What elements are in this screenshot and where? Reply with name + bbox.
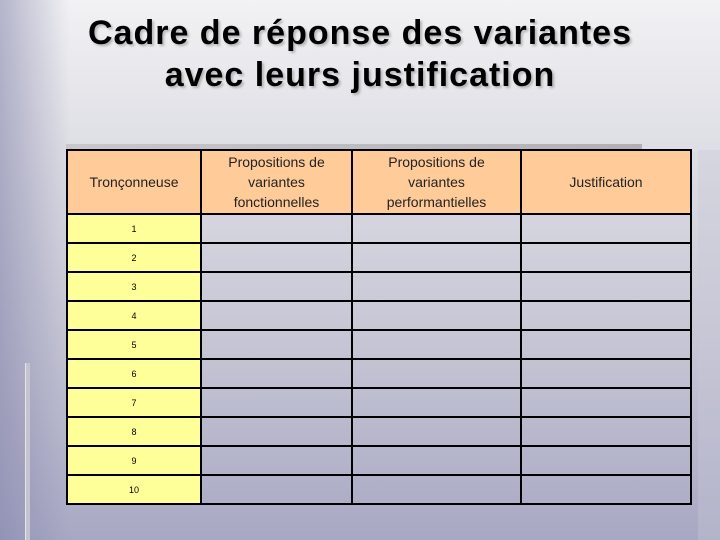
fonctionnelle-cell[interactable] — [200, 445, 353, 476]
fonctionnelle-cell[interactable] — [200, 474, 353, 505]
justification-cell[interactable] — [520, 416, 692, 447]
fonctionnelle-cell[interactable] — [200, 358, 353, 389]
row-number-cell: 4 — [66, 300, 202, 331]
fonctionnelle-cell[interactable] — [200, 387, 353, 418]
title-line-1: Cadre de réponse des variantes — [87, 14, 632, 52]
performantielle-cell[interactable] — [351, 242, 522, 273]
row-number-cell: 10 — [66, 474, 202, 505]
header-label: Propositions de — [388, 154, 485, 170]
header-label: Tronçonneuse — [89, 174, 179, 190]
header-label: Justification — [569, 174, 643, 190]
fonctionnelle-cell[interactable] — [200, 213, 353, 244]
justification-cell[interactable] — [520, 300, 692, 331]
header-variantes-fonctionnelles: Propositions de variantes fonctionnelles — [200, 149, 353, 215]
row-number-cell: 8 — [66, 416, 202, 447]
justification-cell[interactable] — [520, 358, 692, 389]
fonctionnelle-cell[interactable] — [200, 300, 353, 331]
performantielle-cell[interactable] — [351, 300, 522, 331]
row-number-cell: 9 — [66, 445, 202, 476]
performantielle-cell[interactable] — [351, 445, 522, 476]
header-label: variantes — [248, 174, 305, 190]
table-header-row: Tronçonneuse Propositions de variantes f… — [66, 149, 692, 215]
performantielle-cell[interactable] — [351, 329, 522, 360]
title-line-2: avec leurs justification — [164, 56, 556, 94]
header-label: Propositions de — [228, 154, 325, 170]
table-row: 2 — [66, 242, 692, 273]
row-number-cell: 2 — [66, 242, 202, 273]
justification-cell[interactable] — [520, 387, 692, 418]
header-label: fonctionnelles — [233, 194, 320, 210]
justification-cell[interactable] — [520, 213, 692, 244]
table-row: 7 — [66, 387, 692, 418]
decorative-right-band — [698, 150, 720, 540]
table-row: 6 — [66, 358, 692, 389]
fonctionnelle-cell[interactable] — [200, 242, 353, 273]
row-number-cell: 3 — [66, 271, 202, 302]
header-label: performantielles — [386, 194, 487, 210]
table-row: 3 — [66, 271, 692, 302]
slide-title: Cadre de réponse des variantes avec leur… — [0, 12, 720, 96]
header-justification: Justification — [520, 149, 692, 215]
row-number-cell: 6 — [66, 358, 202, 389]
performantielle-cell[interactable] — [351, 358, 522, 389]
justification-cell[interactable] — [520, 271, 692, 302]
table-row: 5 — [66, 329, 692, 360]
header-label: variantes — [408, 174, 465, 190]
header-tronconneuse: Tronçonneuse — [66, 149, 202, 215]
decorative-left-rule — [25, 363, 30, 540]
table-row: 8 — [66, 416, 692, 447]
performantielle-cell[interactable] — [351, 271, 522, 302]
performantielle-cell[interactable] — [351, 416, 522, 447]
table-row: 1 — [66, 213, 692, 244]
table-row: 4 — [66, 300, 692, 331]
fonctionnelle-cell[interactable] — [200, 416, 353, 447]
performantielle-cell[interactable] — [351, 213, 522, 244]
justification-cell[interactable] — [520, 329, 692, 360]
table-row: 9 — [66, 445, 692, 476]
table-row: 10 — [66, 474, 692, 505]
performantielle-cell[interactable] — [351, 474, 522, 505]
fonctionnelle-cell[interactable] — [200, 329, 353, 360]
row-number-cell: 1 — [66, 213, 202, 244]
justification-cell[interactable] — [520, 445, 692, 476]
performantielle-cell[interactable] — [351, 387, 522, 418]
justification-cell[interactable] — [520, 242, 692, 273]
justification-cell[interactable] — [520, 474, 692, 505]
row-number-cell: 5 — [66, 329, 202, 360]
row-number-cell: 7 — [66, 387, 202, 418]
response-table: Tronçonneuse Propositions de variantes f… — [66, 149, 692, 505]
header-variantes-performantielles: Propositions de variantes performantiell… — [351, 149, 522, 215]
fonctionnelle-cell[interactable] — [200, 271, 353, 302]
